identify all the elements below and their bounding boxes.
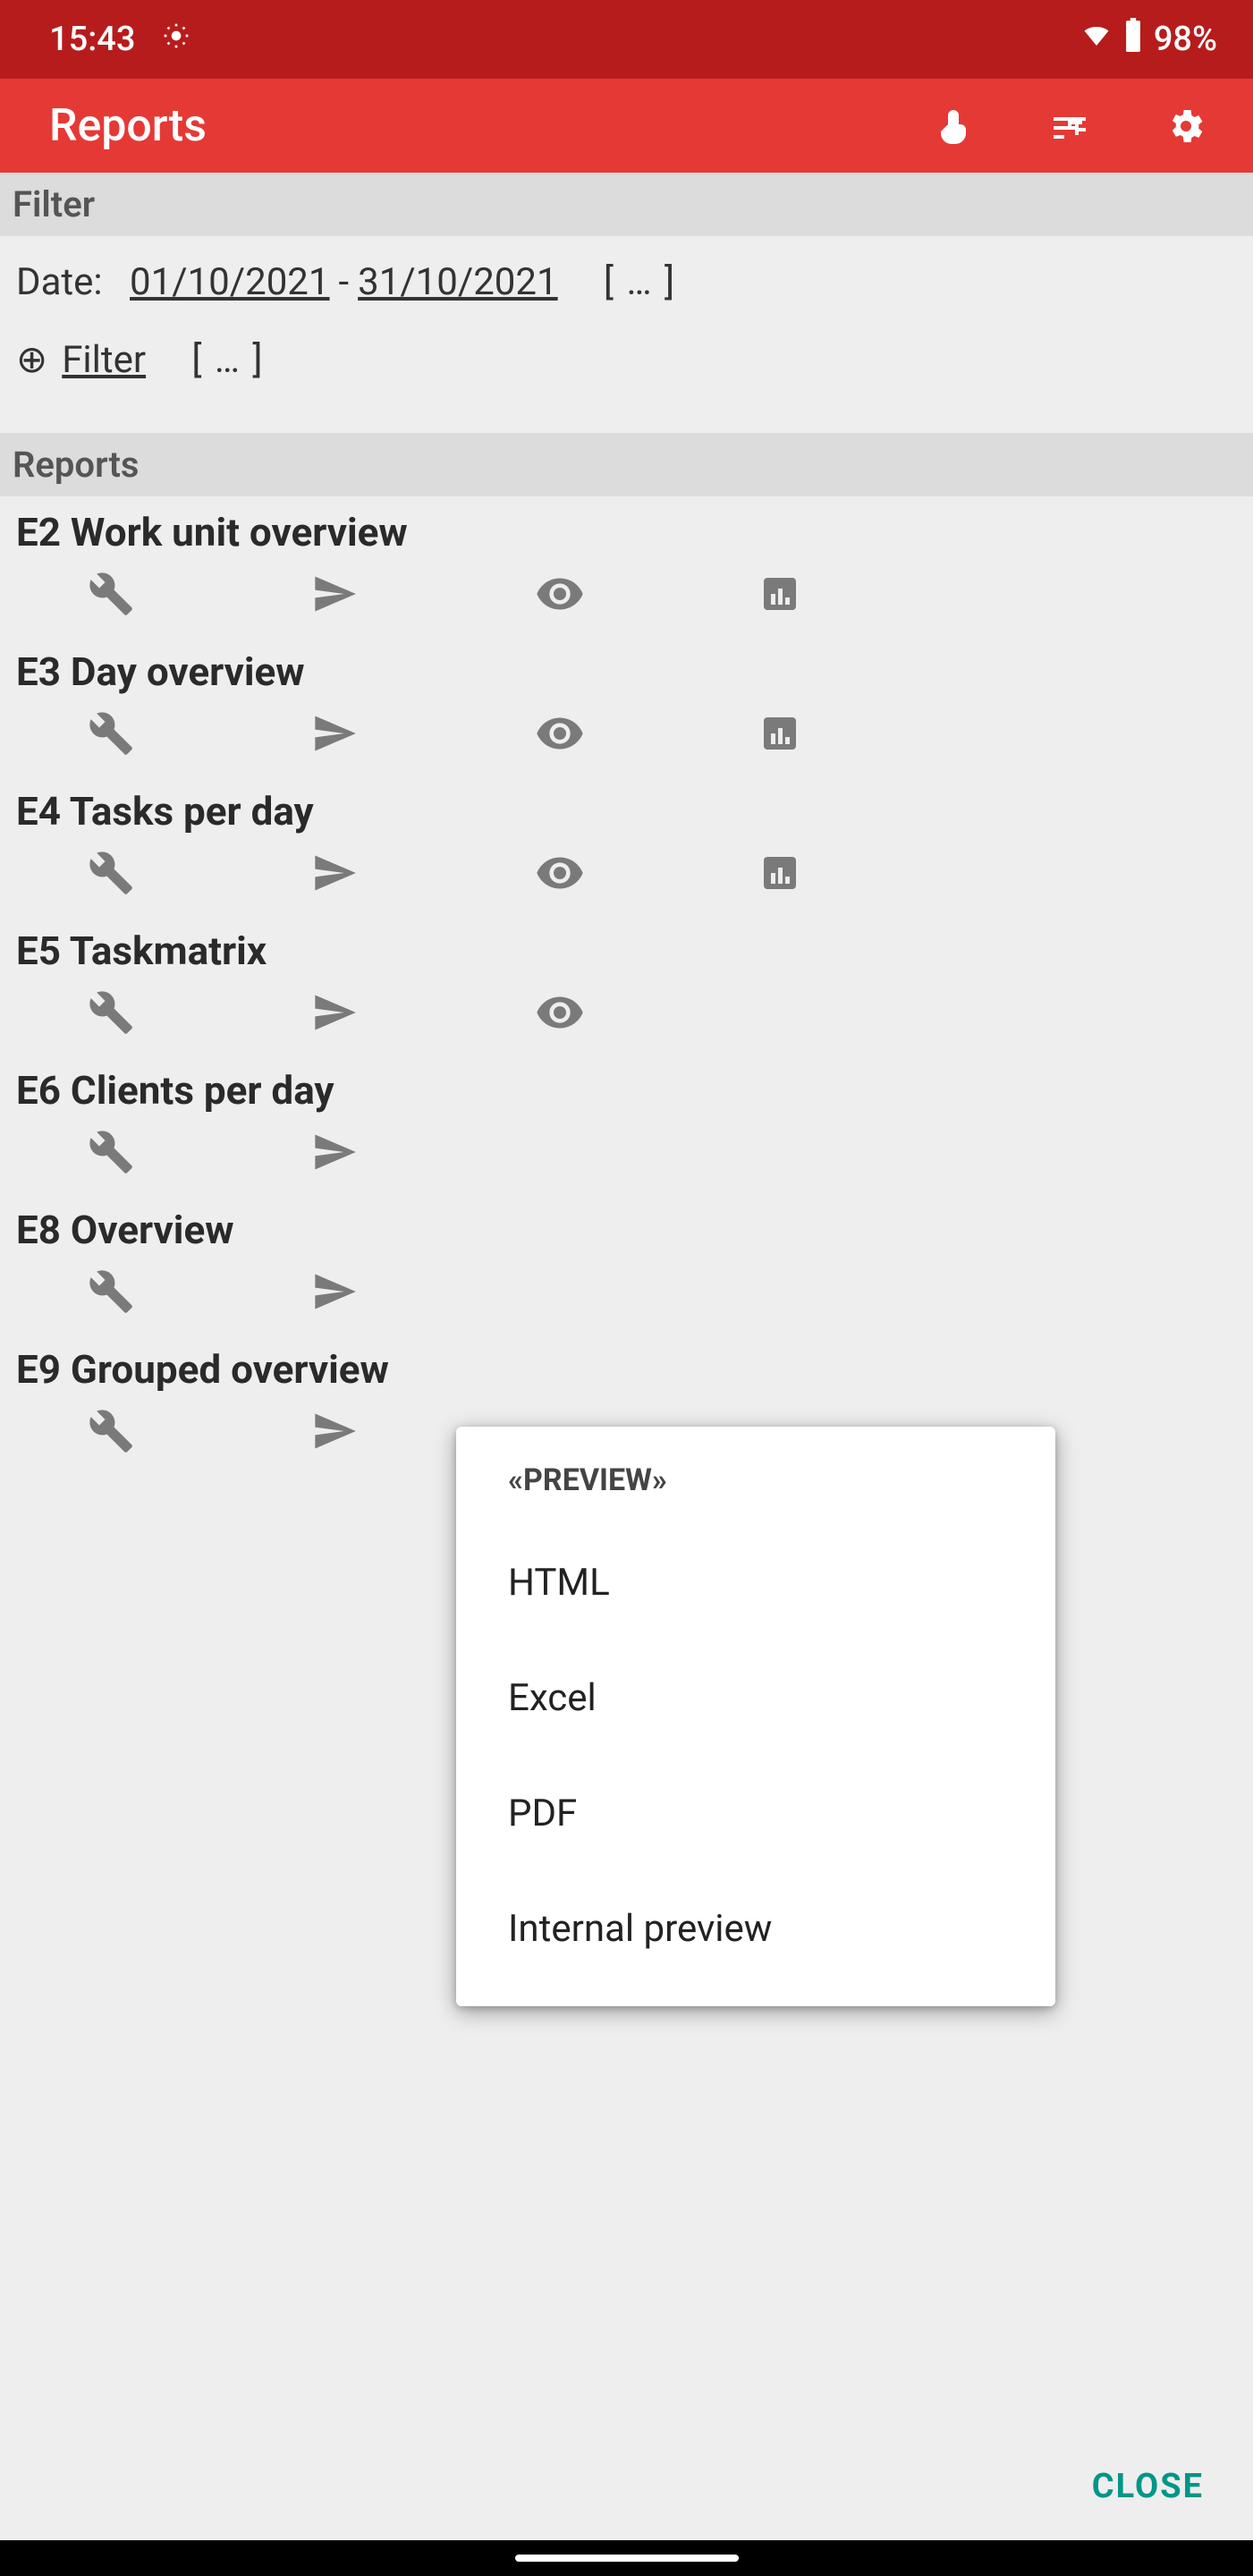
wrench-icon	[88, 850, 134, 900]
tune-button[interactable]	[1047, 104, 1092, 148]
report-item: E5 Taskmatrix	[16, 920, 1237, 1051]
configure-button[interactable]	[88, 978, 311, 1051]
date-label: Date:	[16, 252, 103, 312]
nav-handle[interactable]	[515, 2555, 739, 2562]
bar-chart-icon	[758, 852, 801, 898]
app-bar: Reports	[0, 79, 1253, 173]
send-button[interactable]	[311, 559, 535, 632]
popup-item-pdf[interactable]: PDF	[456, 1756, 1055, 1871]
wrench-icon	[88, 1129, 134, 1179]
report-title: E4 Tasks per day	[16, 781, 1237, 838]
send-button[interactable]	[311, 1257, 535, 1330]
chart-button[interactable]	[758, 699, 982, 772]
send-button[interactable]	[311, 838, 535, 911]
status-time: 15:43	[49, 20, 135, 59]
wrench-icon	[88, 710, 134, 760]
date-from-link[interactable]: 01/10/2021	[130, 252, 330, 312]
chart-button[interactable]	[758, 838, 982, 911]
configure-button[interactable]	[88, 838, 311, 911]
configure-button[interactable]	[88, 1396, 311, 1470]
filter-area: Date: 01/10/2021 - 31/10/2021 [ … ] ⊕ Fi…	[0, 236, 1253, 433]
page-title: Reports	[49, 100, 931, 152]
send-icon	[311, 1268, 358, 1318]
preview-popup: «PREVIEW» HTMLExcelPDFInternal preview	[456, 1427, 1055, 2006]
battery-icon	[1123, 18, 1143, 61]
configure-button[interactable]	[88, 1257, 311, 1330]
report-item: E3 Day overview	[16, 641, 1237, 772]
filter-link[interactable]: Filter	[62, 330, 146, 390]
wrench-icon	[88, 571, 134, 621]
brightness-icon	[162, 20, 190, 59]
configure-button[interactable]	[88, 1117, 311, 1191]
preview-button[interactable]	[535, 838, 758, 911]
bar-chart-icon	[758, 712, 801, 758]
send-button[interactable]	[311, 978, 535, 1051]
navigation-bar	[0, 2540, 1253, 2576]
close-button[interactable]: CLOSE	[1092, 2467, 1204, 2506]
status-bar: 15:43 98%	[0, 0, 1253, 79]
popup-header: «PREVIEW»	[456, 1446, 1055, 1525]
chart-button[interactable]	[758, 559, 982, 632]
eye-icon	[535, 708, 585, 762]
preview-button[interactable]	[535, 559, 758, 632]
reports-list: E2 Work unit overview E3 Day overview E4 T…	[0, 496, 1253, 1484]
eye-icon	[535, 848, 585, 902]
report-item: E4 Tasks per day	[16, 781, 1237, 911]
report-title: E9 Grouped overview	[16, 1339, 1237, 1396]
report-title: E2 Work unit overview	[16, 502, 1237, 559]
wrench-icon	[88, 989, 134, 1039]
eye-icon	[535, 987, 585, 1041]
date-sep: -	[339, 252, 350, 312]
report-title: E3 Day overview	[16, 641, 1237, 699]
bar-chart-icon	[758, 572, 801, 619]
reports-section-header: Reports	[0, 433, 1253, 496]
wifi-icon	[1080, 19, 1113, 60]
battery-percent: 98%	[1154, 20, 1217, 59]
preview-button[interactable]	[535, 978, 758, 1051]
eye-icon	[535, 569, 585, 623]
preview-button[interactable]	[535, 699, 758, 772]
popup-item-excel[interactable]: Excel	[456, 1640, 1055, 1756]
report-item: E6 Clients per day	[16, 1060, 1237, 1191]
date-to-link[interactable]: 31/10/2021	[358, 252, 558, 312]
send-button[interactable]	[311, 1117, 535, 1191]
report-title: E8 Overview	[16, 1199, 1237, 1257]
add-filter-icon: ⊕	[16, 330, 47, 390]
popup-item-internal-preview[interactable]: Internal preview	[456, 1871, 1055, 1987]
report-item: E2 Work unit overview	[16, 502, 1237, 632]
report-title: E5 Taskmatrix	[16, 920, 1237, 978]
date-more-button[interactable]: [ … ]	[604, 252, 676, 312]
report-item: E8 Overview	[16, 1199, 1237, 1330]
send-button[interactable]	[311, 699, 535, 772]
send-icon	[311, 1408, 358, 1458]
filter-section-header: Filter	[0, 173, 1253, 236]
wrench-icon	[88, 1408, 134, 1458]
configure-button[interactable]	[88, 559, 311, 632]
report-title: E6 Clients per day	[16, 1060, 1237, 1117]
settings-button[interactable]	[1164, 104, 1208, 148]
send-icon	[311, 710, 358, 760]
configure-button[interactable]	[88, 699, 311, 772]
popup-item-html[interactable]: HTML	[456, 1525, 1055, 1640]
send-icon	[311, 989, 358, 1039]
send-icon	[311, 850, 358, 900]
send-icon	[311, 1129, 358, 1179]
touch-mode-button[interactable]	[931, 104, 976, 148]
wrench-icon	[88, 1268, 134, 1318]
send-icon	[311, 571, 358, 621]
filter-more-button[interactable]: [ … ]	[191, 330, 264, 390]
